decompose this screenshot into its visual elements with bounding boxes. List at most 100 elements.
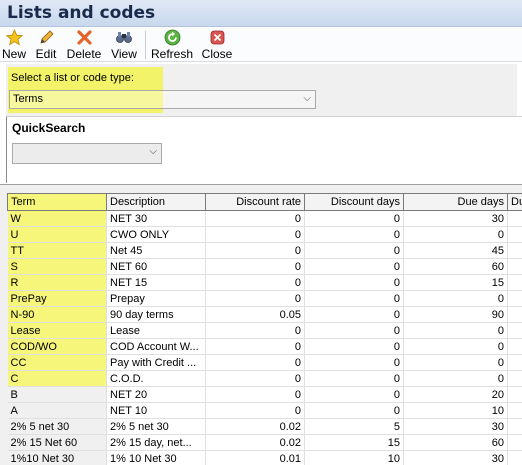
chevron-down-icon[interactable]: ⌵ xyxy=(303,93,311,104)
table-row[interactable]: CC Pay with Credit ... 0 0 0 xyxy=(7,354,522,371)
cell-du xyxy=(507,402,522,419)
cell-du xyxy=(507,386,522,403)
cell-term: C xyxy=(7,370,107,387)
cell-due-days: 30 xyxy=(403,418,508,435)
cell-discount-days: 0 xyxy=(304,322,404,339)
cell-du xyxy=(507,418,522,435)
pencil-icon xyxy=(39,30,54,44)
table-row[interactable]: U CWO ONLY 0 0 0 xyxy=(7,226,522,243)
column-header-discount-rate[interactable]: Discount rate xyxy=(205,193,305,211)
cell-term: 2% 5 net 30 xyxy=(7,418,107,435)
cell-discount-rate: 0.05 xyxy=(205,306,305,323)
cell-term: B xyxy=(7,386,107,403)
cell-description: 2% 5 net 30 xyxy=(106,418,206,435)
cell-discount-rate: 0 xyxy=(205,258,305,275)
cell-description: 2% 15 day, net... xyxy=(106,434,206,451)
table-row[interactable]: 2% 5 net 30 2% 5 net 30 0.02 5 30 xyxy=(7,418,522,435)
list-type-value: Terms xyxy=(13,93,43,105)
cell-term: CC xyxy=(7,354,107,371)
cell-discount-rate: 0.01 xyxy=(205,450,305,465)
cell-term: TT xyxy=(7,242,107,259)
cell-du xyxy=(507,322,522,339)
cell-discount-rate: 0.02 xyxy=(205,434,305,451)
cell-due-days: 30 xyxy=(403,210,508,227)
binoculars-icon xyxy=(116,32,132,43)
window-title: Lists and codes xyxy=(7,3,156,23)
delete-x-icon xyxy=(76,30,92,45)
cell-due-days: 60 xyxy=(403,434,508,451)
cell-discount-rate: 0 xyxy=(205,386,305,403)
refresh-button[interactable]: Refresh xyxy=(151,29,193,61)
delete-button[interactable]: Delete xyxy=(66,29,102,61)
cell-description: NET 10 xyxy=(106,402,206,419)
table-row[interactable]: C C.O.D. 0 0 0 xyxy=(7,370,522,387)
cell-description: Lease xyxy=(106,322,206,339)
table-row[interactable]: W NET 30 0 0 30 xyxy=(7,210,522,227)
cell-du xyxy=(507,258,522,275)
table-row[interactable]: Lease Lease 0 0 0 xyxy=(7,322,522,339)
column-header-du[interactable]: Du xyxy=(507,193,522,211)
new-button[interactable]: New xyxy=(2,29,26,61)
new-label: New xyxy=(2,47,27,61)
table-row[interactable]: A NET 10 0 0 10 xyxy=(7,402,522,419)
cell-discount-rate: 0 xyxy=(205,370,305,387)
view-label: View xyxy=(111,47,137,61)
table-row[interactable]: B NET 20 0 0 20 xyxy=(7,386,522,403)
table-row[interactable]: R NET 15 0 0 15 xyxy=(7,274,522,291)
close-label: Close xyxy=(201,47,233,61)
cell-due-days: 60 xyxy=(403,258,508,275)
cell-discount-rate: 0 xyxy=(205,290,305,307)
column-header-description[interactable]: Description xyxy=(106,193,206,211)
cell-term: PrePay xyxy=(7,290,107,307)
cell-due-days: 0 xyxy=(403,322,508,339)
cell-discount-days: 0 xyxy=(304,242,404,259)
cell-term: Lease xyxy=(7,322,107,339)
close-button[interactable]: Close xyxy=(200,29,234,61)
list-type-select[interactable]: Terms ⌵ xyxy=(9,90,316,109)
cell-description: C.O.D. xyxy=(106,370,206,387)
view-button[interactable]: View xyxy=(109,29,139,61)
window-titlebar: Lists and codes xyxy=(0,0,522,27)
column-header-term[interactable]: Term xyxy=(7,193,107,211)
cell-due-days: 10 xyxy=(403,402,508,419)
cell-discount-rate: 0 xyxy=(205,242,305,259)
cell-discount-days: 0 xyxy=(304,306,404,323)
cell-due-days: 0 xyxy=(403,290,508,307)
refresh-icon xyxy=(164,29,180,46)
edit-button[interactable]: Edit xyxy=(33,29,59,61)
cell-term: 1%10 Net 30 xyxy=(7,450,107,465)
list-type-panel: Select a list or code type: Terms ⌵ xyxy=(6,64,517,116)
table-row[interactable]: 2% 15 Net 60 2% 15 day, net... 0.02 15 60 xyxy=(7,434,522,451)
table-row[interactable]: N-90 90 day terms 0.05 0 90 xyxy=(7,306,522,323)
cell-discount-days: 0 xyxy=(304,290,404,307)
quicksearch-title: QuickSearch xyxy=(12,121,86,135)
table-row[interactable]: TT Net 45 0 0 45 xyxy=(7,242,522,259)
cell-du xyxy=(507,290,522,307)
quicksearch-select[interactable]: ⌵ xyxy=(12,143,162,164)
column-header-discount-days[interactable]: Discount days xyxy=(304,193,404,211)
cell-due-days: 30 xyxy=(403,450,508,465)
column-header-due-days[interactable]: Due days xyxy=(403,193,508,211)
cell-description: 90 day terms xyxy=(106,306,206,323)
cell-du xyxy=(507,274,522,291)
cell-description: COD Account W... xyxy=(106,338,206,355)
table-row[interactable]: S NET 60 0 0 60 xyxy=(7,258,522,275)
cell-du xyxy=(507,370,522,387)
chevron-down-icon[interactable]: ⌵ xyxy=(149,146,157,157)
cell-term: N-90 xyxy=(7,306,107,323)
cell-description: NET 15 xyxy=(106,274,206,291)
refresh-label: Refresh xyxy=(151,47,194,61)
cell-discount-rate: 0 xyxy=(205,338,305,355)
table-row[interactable]: COD/WO COD Account W... 0 0 0 xyxy=(7,338,522,355)
cell-term: A xyxy=(7,402,107,419)
toolbar: New Edit Delete View Refresh Close xyxy=(0,27,522,62)
cell-du xyxy=(507,338,522,355)
close-icon xyxy=(210,30,224,45)
table-row[interactable]: PrePay Prepay 0 0 0 xyxy=(7,290,522,307)
quicksearch-panel: QuickSearch ⌵ xyxy=(6,116,522,183)
cell-discount-rate: 0 xyxy=(205,274,305,291)
table-row[interactable]: 1%10 Net 30 1% 10 Net 30 0.01 10 30 xyxy=(7,450,522,465)
cell-du xyxy=(507,434,522,451)
cell-due-days: 0 xyxy=(403,338,508,355)
cell-discount-days: 0 xyxy=(304,338,404,355)
